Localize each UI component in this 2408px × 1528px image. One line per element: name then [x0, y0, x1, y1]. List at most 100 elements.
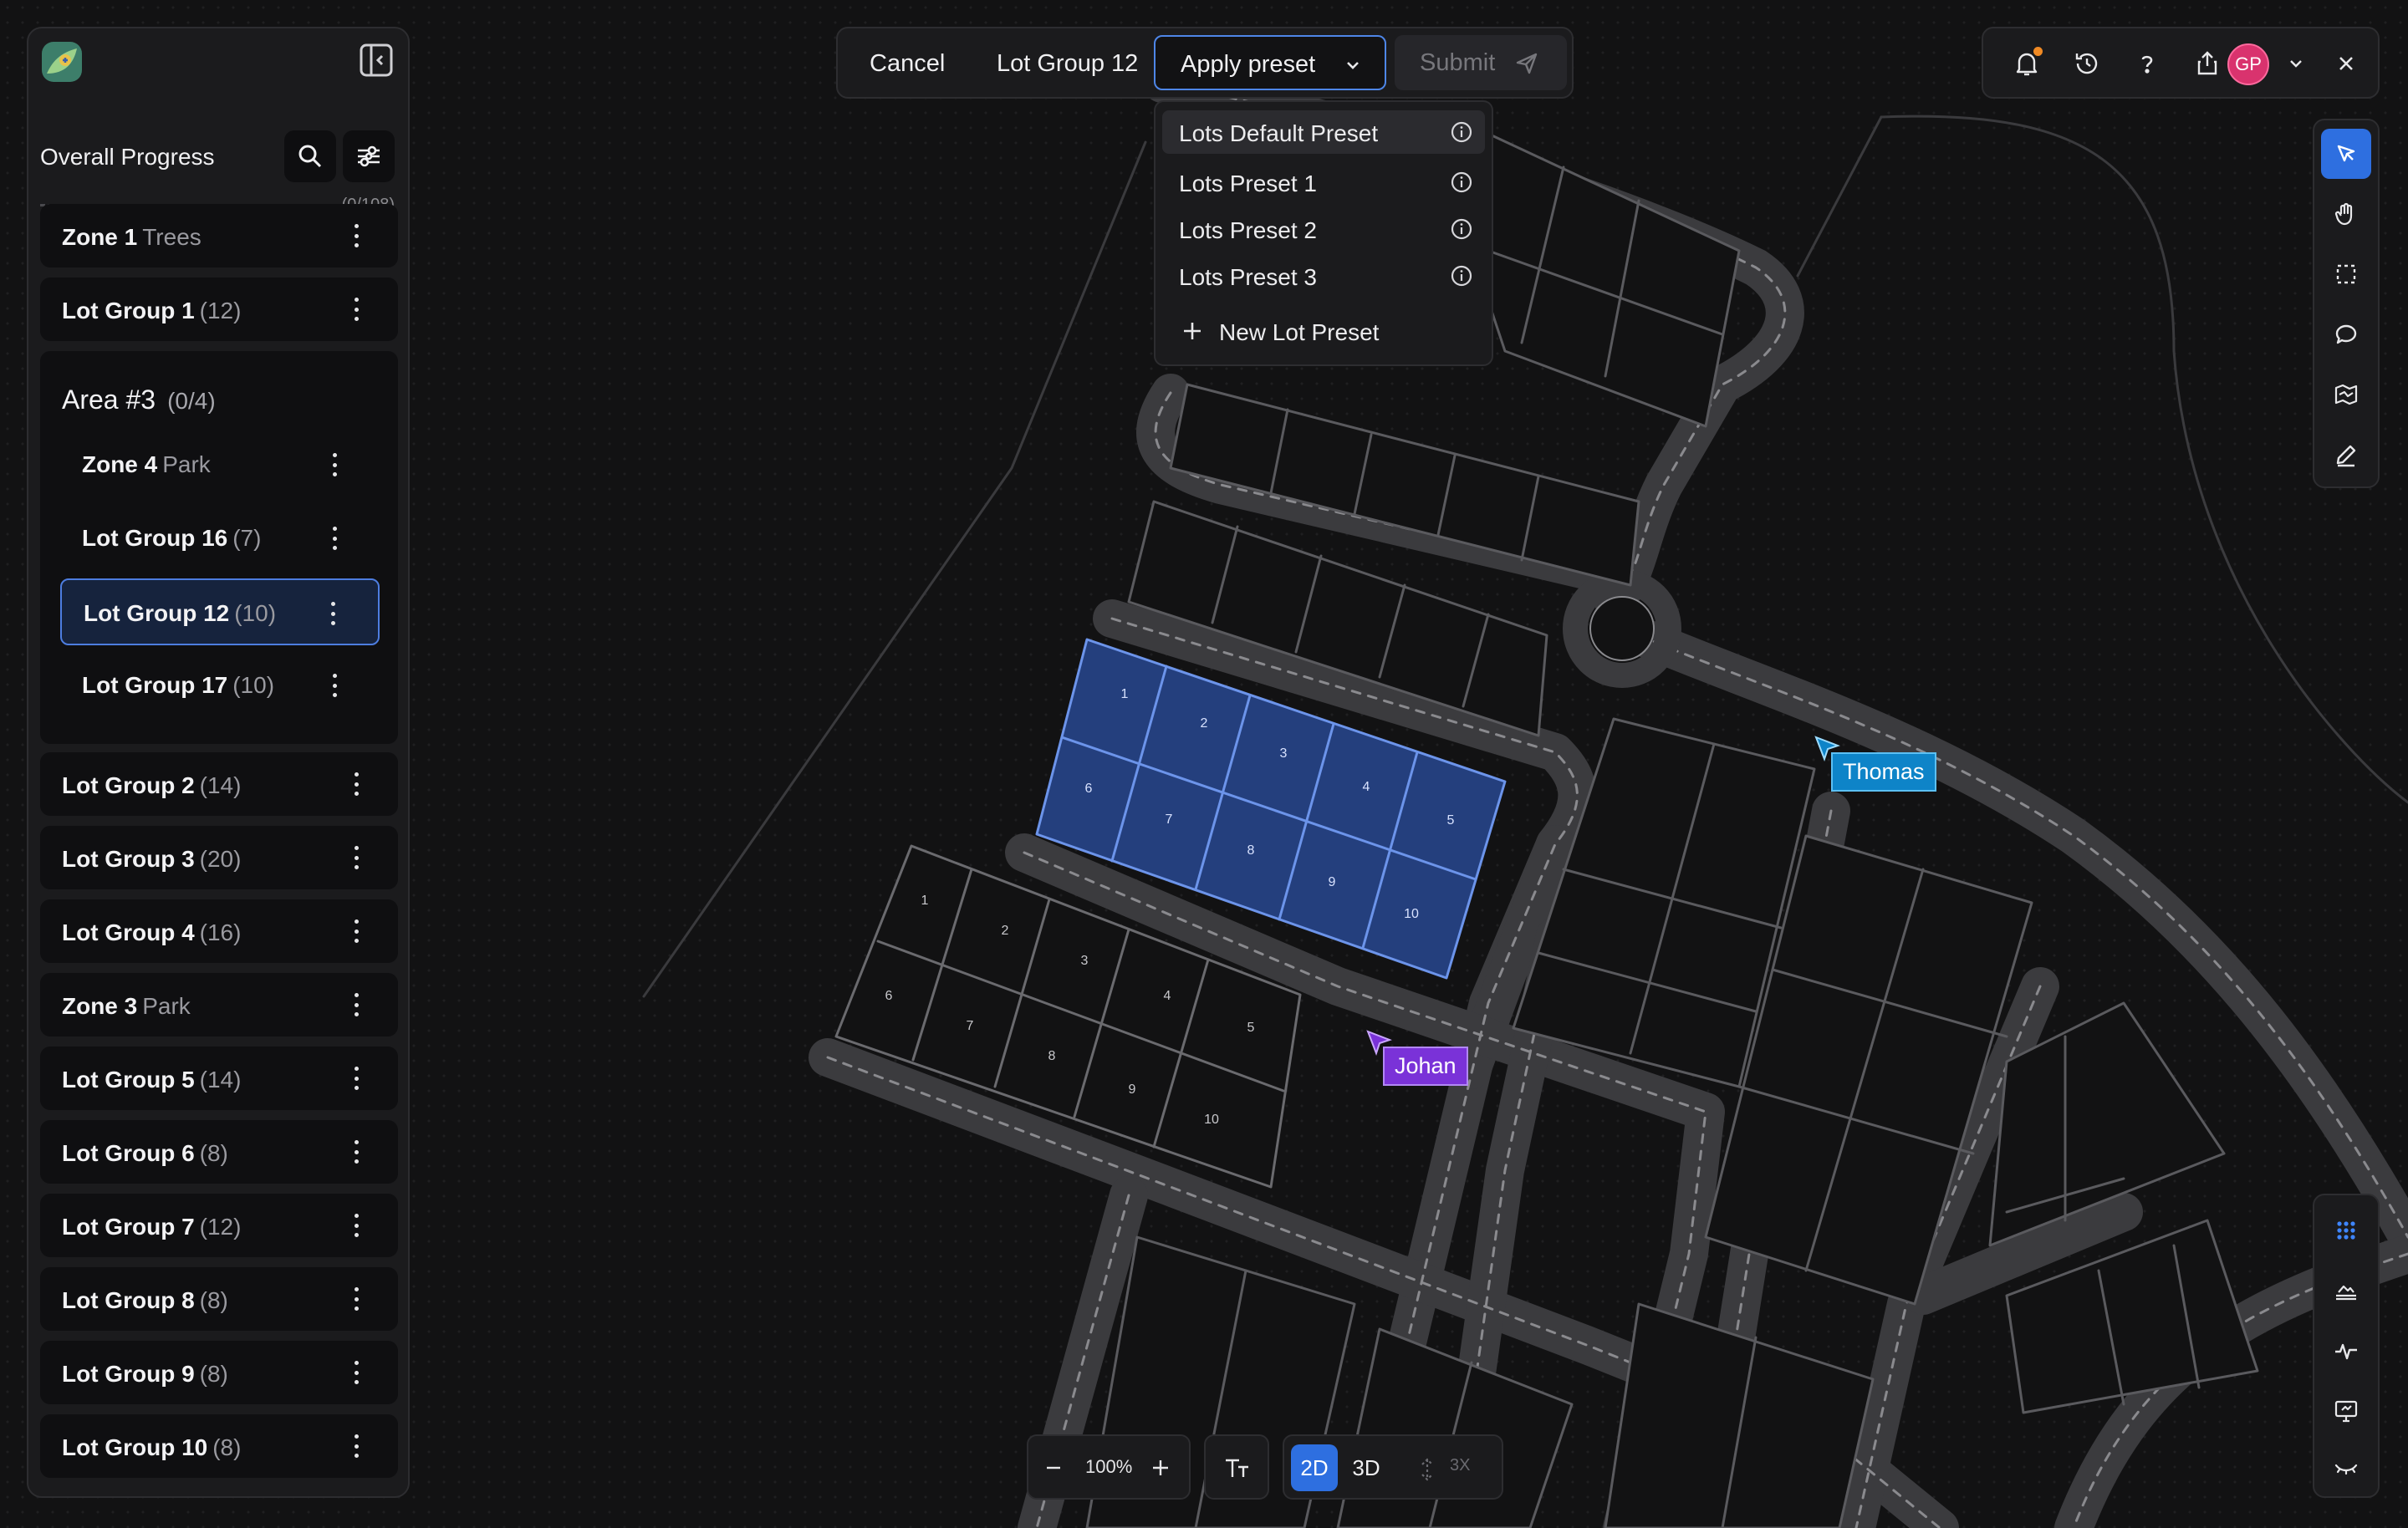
sidebar-item-lot-group-4[interactable]: Lot Group 4 (16): [40, 899, 398, 963]
lot-number: 6: [1085, 782, 1093, 796]
edit-toolbar: Cancel Lot Group 12 Apply preset Submit: [836, 27, 1574, 99]
lot-number: 4: [1363, 780, 1370, 794]
zoom-out-minus-icon[interactable]: [1037, 1451, 1070, 1485]
text-size-button[interactable]: [1204, 1434, 1269, 1500]
more-options-icon[interactable]: [348, 1212, 365, 1239]
header-actions: GP: [1982, 27, 2380, 99]
sidebar-item-lot-group-1[interactable]: Lot Group 1 (12): [40, 278, 398, 341]
cancel-button[interactable]: Cancel: [870, 50, 945, 78]
lot-number: 5: [1447, 813, 1455, 828]
more-options-icon[interactable]: [326, 672, 343, 699]
sidebar-item-lot-group-12[interactable]: Lot Group 12 (10): [60, 578, 380, 645]
mode-3d-button[interactable]: 3D: [1343, 1444, 1390, 1491]
pen-draw-icon[interactable]: [2321, 430, 2371, 480]
comment-bubble-icon[interactable]: [2321, 309, 2371, 359]
vertical-exaggeration-icon[interactable]: [1415, 1453, 1440, 1486]
history-icon[interactable]: [2070, 47, 2104, 80]
sidebar-item-lot-group-3[interactable]: Lot Group 3 (20): [40, 826, 398, 889]
item-detail: Park: [162, 451, 211, 477]
item-detail: (10): [232, 672, 275, 698]
item-detail: (8): [199, 1140, 228, 1166]
filter-button[interactable]: [343, 130, 395, 182]
sidebar-item-zone-3[interactable]: Zone 3 Park: [40, 973, 398, 1036]
more-options-icon[interactable]: [348, 844, 365, 871]
sidebar-item-zone-1[interactable]: Zone 1 Trees: [40, 204, 398, 267]
sidebar-item-lot-group-16[interactable]: Lot Group 16 (7): [60, 505, 380, 572]
map-annotation-icon[interactable]: [2321, 369, 2371, 420]
account-menu-chevron-icon[interactable]: [2279, 47, 2313, 80]
item-name: Zone 1: [62, 224, 138, 250]
submit-label: Submit: [1420, 49, 1496, 76]
area-name: Area #3: [62, 385, 156, 415]
area-title[interactable]: Area #3 (0/4): [62, 385, 216, 415]
map-tools: [2313, 119, 2380, 488]
new-lot-preset-button[interactable]: New Lot Preset: [1162, 309, 1485, 353]
avatar[interactable]: GP: [2227, 43, 2269, 85]
info-icon: [1451, 171, 1472, 193]
item-name: Lot Group 6: [62, 1140, 195, 1166]
item-name: Lot Group 3: [62, 846, 195, 872]
lot-number: 9: [1129, 1082, 1136, 1097]
lot-number: 8: [1247, 843, 1255, 858]
preset-option[interactable]: Lots Preset 2: [1162, 207, 1485, 251]
item-name: Lot Group 8: [62, 1287, 195, 1313]
terrain-layer-icon[interactable]: [2321, 1266, 2371, 1316]
collapse-sidebar-icon[interactable]: [356, 40, 396, 80]
more-options-icon[interactable]: [348, 1065, 365, 1092]
sidebar-item-lot-group-6[interactable]: Lot Group 6 (8): [40, 1120, 398, 1184]
map-layers: [2313, 1194, 2380, 1498]
app-logo-icon[interactable]: [40, 40, 84, 84]
close-icon[interactable]: [2329, 47, 2363, 80]
share-icon[interactable]: [2191, 47, 2224, 80]
sidebar-item-lot-group-17[interactable]: Lot Group 17 (10): [60, 652, 380, 719]
new-lot-preset-label: New Lot Preset: [1219, 319, 1380, 345]
item-detail: (20): [199, 846, 242, 872]
zoom-in-plus-icon[interactable]: [1144, 1451, 1177, 1485]
more-options-icon[interactable]: [348, 1286, 365, 1312]
site-boundary-3: [1796, 115, 1883, 278]
sidebar-item-lot-group-8[interactable]: Lot Group 8 (8): [40, 1267, 398, 1331]
notifications-bell-icon[interactable]: [2010, 47, 2043, 80]
present-screen-icon[interactable]: [2321, 1386, 2371, 1436]
activity-pulse-icon[interactable]: [2321, 1326, 2371, 1376]
lot-number: 7: [1166, 812, 1173, 827]
more-options-icon[interactable]: [348, 918, 365, 945]
more-options-icon[interactable]: [348, 1359, 365, 1386]
sidebar-item-lot-group-9[interactable]: Lot Group 9 (8): [40, 1341, 398, 1404]
preset-option[interactable]: Lots Default Preset: [1162, 110, 1485, 154]
help-icon[interactable]: [2130, 47, 2164, 80]
more-options-icon[interactable]: [348, 771, 365, 797]
apply-preset-dropdown[interactable]: Apply preset: [1154, 35, 1386, 90]
lot-number: 4: [1164, 989, 1171, 1003]
more-options-icon[interactable]: [326, 451, 343, 478]
sidebar-item-lot-group-10[interactable]: Lot Group 10 (8): [40, 1414, 398, 1478]
more-options-icon[interactable]: [348, 991, 365, 1018]
select-tool-cursor-icon[interactable]: [2321, 129, 2371, 179]
grid-dots-icon[interactable]: [2321, 1205, 2371, 1256]
submit-button[interactable]: Submit: [1395, 35, 1567, 90]
more-options-icon[interactable]: [326, 525, 343, 552]
apply-preset-label: Apply preset: [1181, 51, 1316, 78]
sidebar-item-zone-4[interactable]: Zone 4 Park: [60, 431, 380, 498]
sidebar-item-lot-group-2[interactable]: Lot Group 2 (14): [40, 752, 398, 816]
lot-group-name: Lot Group 12: [997, 50, 1139, 77]
pan-hand-icon[interactable]: [2321, 189, 2371, 239]
overall-progress-title: Overall Progress: [40, 144, 215, 170]
sidebar-item-lot-group-5[interactable]: Lot Group 5 (14): [40, 1047, 398, 1110]
item-name: Lot Group 7: [62, 1214, 195, 1240]
preset-option[interactable]: Lots Preset 1: [1162, 160, 1485, 204]
hidden-eye-icon[interactable]: [2321, 1443, 2371, 1493]
mode-2d-button[interactable]: 2D: [1291, 1444, 1338, 1491]
more-options-icon[interactable]: [324, 600, 341, 627]
more-options-icon[interactable]: [348, 296, 365, 323]
more-options-icon[interactable]: [348, 1138, 365, 1165]
search-button[interactable]: [284, 130, 336, 182]
more-options-icon[interactable]: [348, 222, 365, 249]
sidebar-item-lot-group-7[interactable]: Lot Group 7 (12): [40, 1194, 398, 1257]
info-icon: [1451, 218, 1472, 240]
item-detail: (16): [199, 919, 242, 945]
preset-option[interactable]: Lots Preset 3: [1162, 254, 1485, 298]
item-name: Lot Group 4: [62, 919, 195, 945]
marquee-select-icon[interactable]: [2321, 249, 2371, 299]
more-options-icon[interactable]: [348, 1433, 365, 1459]
